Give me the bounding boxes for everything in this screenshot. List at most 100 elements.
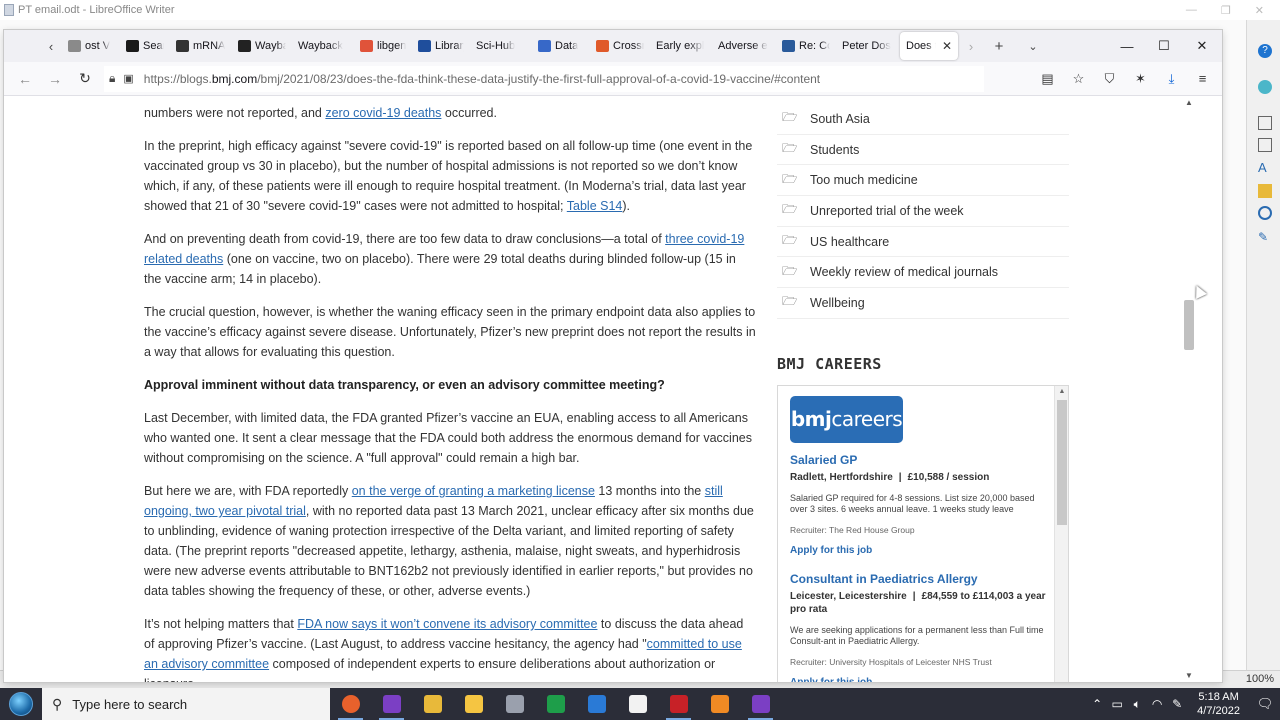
reload-icon[interactable]: ↻ — [70, 70, 100, 87]
taskbar-app[interactable] — [535, 688, 576, 720]
page-scrollbar[interactable]: ▲ ▼ — [1182, 96, 1196, 682]
marketing-license-link[interactable]: on the verge of granting a marketing lic… — [352, 484, 595, 498]
taskbar-app[interactable] — [699, 688, 740, 720]
tab[interactable]: Peter Dos — [836, 32, 898, 60]
writer-doc-icon — [4, 4, 14, 16]
category-item[interactable]: 🗁︎ US healthcare — [777, 227, 1069, 258]
navigator-icon[interactable] — [1258, 206, 1272, 220]
menu-icon[interactable]: ≡ — [1187, 71, 1218, 86]
tab[interactable]: ost V — [62, 32, 120, 60]
job-listing: Consultant in Paediatrics Allergy Leicest… — [790, 572, 1052, 682]
volume-icon[interactable]: 🔈︎ — [1127, 697, 1147, 712]
zero-deaths-link[interactable]: zero covid-19 deaths — [325, 106, 441, 120]
tab[interactable]: Crossref — [590, 32, 650, 60]
taskbar-app[interactable] — [412, 688, 453, 720]
page-icon[interactable] — [1258, 138, 1272, 152]
table-s14-link[interactable]: Table S14 — [567, 199, 623, 213]
battery-icon[interactable]: ▭ — [1107, 697, 1127, 711]
tab-active[interactable]: Does th ✕ — [900, 32, 958, 60]
bookmark-star-icon[interactable]: ☆ — [1063, 71, 1094, 87]
taskbar-search[interactable]: ⚲ Type here to search — [42, 688, 330, 720]
scroll-thumb[interactable] — [1184, 300, 1194, 350]
tab[interactable]: Wayback — [232, 32, 292, 60]
close-tab-icon[interactable]: ✕ — [942, 39, 952, 53]
scroll-down-icon[interactable]: ▼ — [1182, 671, 1196, 680]
apply-link[interactable]: Apply for this job — [790, 545, 1052, 556]
careers-scrollbar[interactable]: ▲ — [1054, 385, 1068, 682]
taskbar-app[interactable] — [617, 688, 658, 720]
close-icon[interactable]: ✕ — [1255, 4, 1264, 17]
taskbar-app[interactable] — [576, 688, 617, 720]
category-item[interactable]: 🗁︎ Too much medicine — [777, 165, 1069, 197]
tab-scroll-right-icon[interactable]: › — [960, 39, 982, 54]
forward-icon[interactable]: → — [40, 71, 70, 87]
help-icon[interactable]: ? — [1258, 44, 1272, 58]
maximize-icon[interactable]: ☐ — [1145, 30, 1183, 62]
new-tab-icon[interactable]: + — [982, 38, 1016, 55]
job-salary: £10,588 / session — [907, 471, 990, 483]
scroll-up-icon[interactable]: ▲ — [1055, 388, 1068, 395]
apply-link[interactable]: Apply for this job — [790, 677, 1052, 682]
tab[interactable]: Early expl — [650, 32, 712, 60]
list-all-tabs-icon[interactable]: ⌄ — [1016, 40, 1050, 53]
styles-icon[interactable]: A — [1258, 160, 1272, 175]
globe-icon[interactable] — [1258, 80, 1272, 94]
minimize-icon[interactable]: — — [1108, 30, 1146, 62]
libreoffice-sidebar: ? A ✎ — [1246, 20, 1280, 680]
tab[interactable]: Data — [532, 32, 590, 60]
tab[interactable]: Wayback — [292, 32, 354, 60]
bmj-careers-logo[interactable]: bmj careers — [790, 395, 903, 443]
category-item[interactable]: 🗁︎ Wellbeing — [777, 288, 1069, 319]
tab[interactable]: mRNA — [170, 32, 232, 60]
tab[interactable]: Library — [412, 32, 470, 60]
lock-icon[interactable]: 🔒︎ — [109, 71, 115, 86]
job-location: Leicester, Leicestershire — [790, 590, 907, 602]
zoom-level[interactable]: 100% — [1246, 673, 1274, 685]
start-button[interactable] — [0, 688, 42, 720]
taskbar-app[interactable] — [740, 688, 781, 720]
downloads-icon[interactable]: ⤓ — [1156, 71, 1187, 87]
close-icon[interactable]: ✕ — [1183, 30, 1221, 62]
page-icon: ▣ — [123, 73, 134, 85]
tab[interactable]: Sci-Hub — [470, 32, 532, 60]
category-item[interactable]: 🗁︎ Students — [777, 135, 1069, 166]
taskbar-app[interactable] — [371, 688, 412, 720]
tab[interactable]: Search — [120, 32, 170, 60]
tab[interactable]: Adverse e — [712, 32, 776, 60]
clock[interactable]: 5:18 AM 4/7/2022 — [1197, 690, 1240, 718]
taskbar-app[interactable] — [658, 688, 699, 720]
gallery-icon[interactable] — [1258, 184, 1272, 198]
job-title-link[interactable]: Salaried GP — [790, 453, 1052, 467]
category-item[interactable]: 🗁︎ South Asia — [777, 104, 1069, 135]
taskbar-app[interactable] — [453, 688, 494, 720]
ct-icon — [126, 40, 139, 52]
pen-icon[interactable]: ✎ — [1167, 697, 1187, 711]
notifications-icon[interactable]: 🗨︎ — [1250, 696, 1280, 712]
shield-icon[interactable]: ⛉ — [1094, 71, 1125, 87]
extensions-icon[interactable]: ✶ — [1125, 71, 1156, 87]
job-title-link[interactable]: Consultant in Paediatrics Allergy — [790, 572, 1052, 586]
maximize-icon[interactable]: ❐ — [1221, 4, 1231, 17]
manage-changes-icon[interactable]: ✎ — [1258, 230, 1272, 244]
category-item[interactable]: 🗁︎ Unreported trial of the week — [777, 196, 1069, 227]
category-item[interactable]: 🗁︎ Weekly review of medical journals — [777, 257, 1069, 289]
reader-view-icon[interactable]: ▤ — [1032, 71, 1063, 87]
properties-icon[interactable] — [1258, 116, 1272, 130]
show-hidden-icons-icon[interactable]: ⌃ — [1087, 697, 1107, 711]
tab[interactable]: libgen — [354, 32, 412, 60]
scroll-thumb[interactable] — [1057, 399, 1067, 525]
taskbar-app[interactable] — [330, 688, 371, 720]
scroll-up-icon[interactable]: ▲ — [1182, 98, 1196, 107]
tab-label: libgen — [377, 40, 406, 52]
tab-label: Sci-Hub — [476, 40, 516, 52]
back-icon[interactable]: ← — [10, 71, 40, 87]
tab-scroll-left-icon[interactable]: ‹ — [40, 39, 62, 54]
tab[interactable]: Re: Co — [776, 32, 836, 60]
wayback-icon — [238, 40, 251, 52]
advisory-committee-link[interactable]: FDA now says it won’t convene its adviso… — [297, 617, 597, 631]
minimize-icon[interactable]: — — [1186, 4, 1197, 17]
wifi-icon[interactable]: ◠ — [1147, 697, 1167, 711]
url-bar[interactable]: 🔒︎ ▣ https://blogs. bmj.com/bmj/2021/08/2… — [104, 65, 984, 92]
taskbar-app[interactable] — [494, 688, 535, 720]
folder-icon: 🗁︎ — [782, 263, 798, 278]
